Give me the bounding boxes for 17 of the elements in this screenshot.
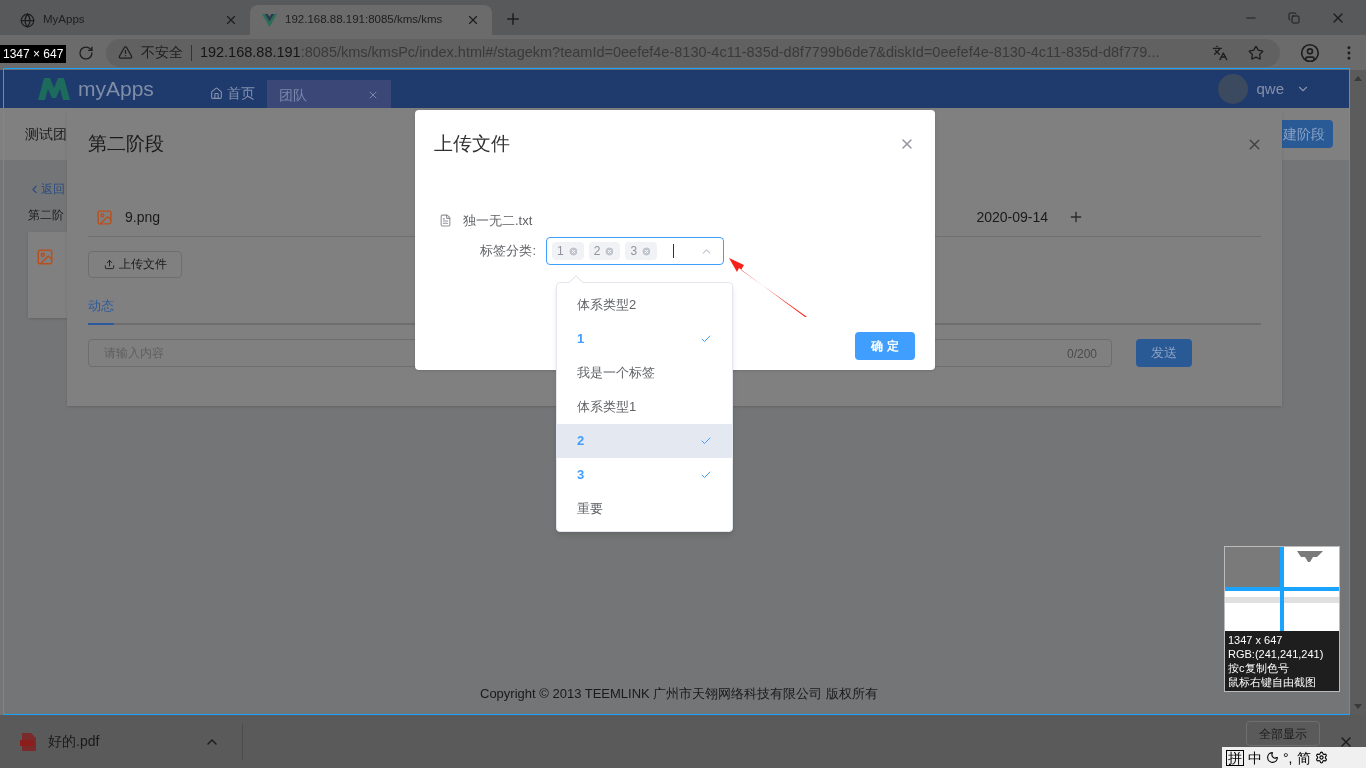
stage-label: 第二阶 [28, 207, 64, 224]
security-label: 不安全 [140, 43, 183, 62]
dialog-title: 第二阶段 [88, 132, 164, 156]
file-name: 独一无二.txt [463, 211, 533, 230]
team-title: 测试团 [25, 124, 67, 144]
dialog-title: 上传文件 [434, 132, 510, 156]
footer-copyright: Copyright © 2013 TEEMLINK 广州市天翎网络科技有限公司 版权所有 [480, 684, 878, 703]
tab-title: MyApps [43, 12, 86, 28]
magnifier-info: 按c复制色号 [1228, 661, 1290, 675]
file-date: 2020-09-14 [976, 207, 1048, 227]
magnifier-info: 1347 x 647 [1228, 633, 1284, 647]
magnifier-info: RGB:(241,241,241) [1228, 647, 1325, 661]
app-logo-text: myApps [78, 76, 154, 103]
magnifier-info: 鼠标右键自由截图 [1228, 675, 1317, 689]
tab-title: 192.168.88.191:8085/kms/kms [285, 12, 444, 28]
field-label: 标签分类: [479, 242, 537, 261]
size-label: 1347 × 647 [0, 45, 67, 63]
